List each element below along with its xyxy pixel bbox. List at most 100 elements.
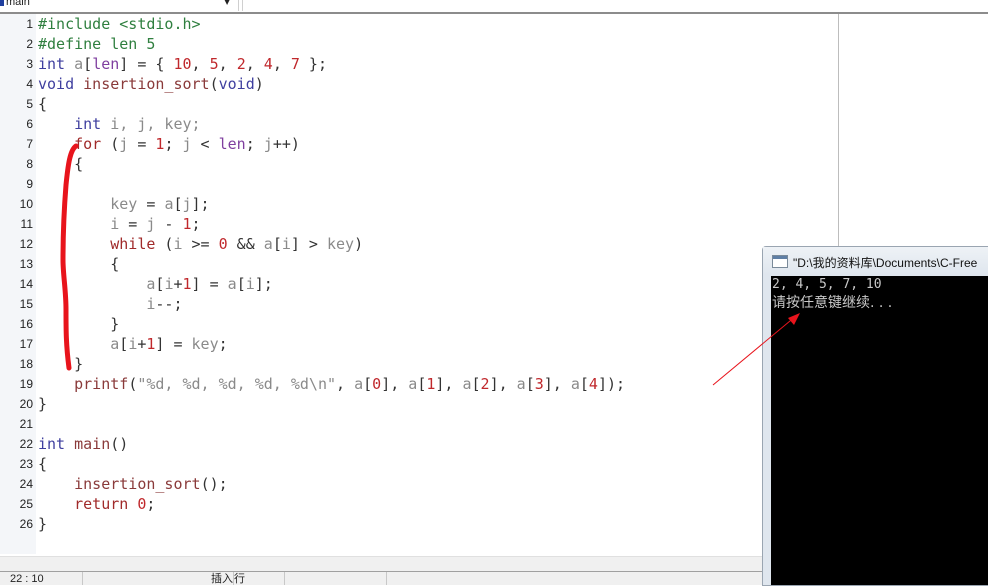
code-text: printf("%d, %d, %d, %d, %d\n", a[0], a[1… — [38, 374, 625, 394]
code-text: while (i >= 0 && a[i] > key) — [38, 234, 363, 254]
code-text: i--; — [38, 294, 182, 314]
code-token: 2 — [236, 55, 246, 73]
horizontal-scrollbar[interactable] — [0, 556, 762, 571]
code-token: { — [38, 455, 48, 473]
code-token: a — [110, 335, 120, 353]
code-text: #define len 5 — [38, 34, 155, 54]
line-number: 23 — [19, 457, 33, 471]
code-token: [ — [363, 375, 373, 393]
code-token: } — [38, 395, 48, 413]
code-line[interactable]: 26} — [0, 514, 760, 534]
code-line[interactable]: 11 i = j - 1; — [0, 214, 760, 234]
code-token: ] = — [191, 275, 228, 293]
code-line[interactable]: 22 int main() — [0, 434, 760, 454]
code-line[interactable]: 3 int a[len] = { 10, 5, 2, 4, 7 }; — [0, 54, 760, 74]
code-token: void — [218, 75, 255, 93]
line-number: 2 — [26, 37, 33, 51]
console-window[interactable]: "D:\我的资料库\Documents\C-Free 2, 4, 5, 7, 1… — [762, 246, 988, 586]
code-line[interactable]: 15 i--; — [0, 294, 760, 314]
line-number: 19 — [19, 377, 33, 391]
status-cell-empty — [286, 572, 387, 585]
code-token: for — [74, 135, 102, 153]
code-line[interactable]: 14 a[i+1] = a[i]; — [0, 274, 760, 294]
code-token: && — [227, 235, 264, 253]
line-label: 行 — [234, 572, 285, 585]
code-token: [ — [417, 375, 427, 393]
code-token: void — [38, 75, 75, 93]
code-line[interactable]: 12 while (i >= 0 && a[i] > key) — [0, 234, 760, 254]
code-token: i — [281, 235, 291, 253]
code-line[interactable]: 9 — [0, 174, 760, 194]
code-text: int a[len] = { 10, 5, 2, 4, 7 }; — [38, 54, 327, 74]
code-token: ; — [146, 495, 156, 513]
code-token: key — [327, 235, 355, 253]
code-line[interactable]: 16 } — [0, 314, 760, 334]
code-token: ++) — [272, 135, 300, 153]
code-token: a — [408, 375, 418, 393]
line-number: 14 — [19, 277, 33, 291]
code-line[interactable]: 25 return 0; — [0, 494, 760, 514]
line-number: 24 — [19, 477, 33, 491]
code-token: = — [137, 195, 165, 213]
code-text: { — [38, 154, 83, 174]
code-line[interactable]: 7 for (j = 1; j < len; j++) — [0, 134, 760, 154]
code-token: = — [119, 215, 147, 233]
code-editor[interactable]: 1 #include <stdio.h> 2 #define len 5 3 int a[… — [0, 14, 838, 556]
code-text: } — [38, 514, 47, 534]
code-text: { — [38, 254, 119, 274]
code-line[interactable]: 6 int i, j, key; — [0, 114, 760, 134]
code-line[interactable]: 21 — [0, 414, 760, 434]
code-token: ; — [218, 335, 228, 353]
code-token: } — [38, 355, 84, 373]
code-line[interactable]: 20} — [0, 394, 760, 414]
code-line[interactable]: 17 a[i+1] = key; — [0, 334, 760, 354]
line-number: 21 — [19, 417, 33, 431]
code-token: j — [119, 135, 129, 153]
code-token: ]; — [191, 195, 210, 213]
code-line[interactable]: 13 { — [0, 254, 760, 274]
code-token: i — [173, 235, 183, 253]
code-token: , — [336, 375, 355, 393]
code-token: ; — [191, 215, 201, 233]
code-token: = — [128, 135, 156, 153]
code-text: } — [38, 314, 119, 334]
line-number: 16 — [19, 317, 33, 331]
console-output-line: 2, 4, 5, 7, 10 — [772, 277, 882, 292]
function-toolbar: main ▼ — [0, 0, 988, 14]
code-token: j — [182, 195, 192, 213]
code-token: 10 — [173, 55, 192, 73]
code-token: ( — [155, 235, 174, 253]
chevron-down-icon[interactable]: ▼ — [224, 0, 230, 6]
code-token: ], — [489, 375, 517, 393]
line-number: 10 — [19, 197, 33, 211]
code-line[interactable]: 23 { — [0, 454, 760, 474]
code-line[interactable]: 8 { — [0, 154, 760, 174]
code-line[interactable]: 5{ — [0, 94, 760, 114]
code-line[interactable]: 2 #define len 5 — [0, 34, 760, 54]
code-line[interactable]: 19 printf("%d, %d, %d, %d, %d\n", a[0], … — [0, 374, 760, 394]
code-line[interactable]: 24 insertion_sort(); — [0, 474, 760, 494]
code-text: insertion_sort(); — [38, 474, 228, 494]
code-token: { — [38, 95, 48, 113]
line-number: 7 — [26, 137, 33, 151]
code-token: ]; — [254, 275, 273, 293]
code-line[interactable]: 1 #include <stdio.h> — [0, 14, 760, 34]
code-token: ; — [245, 135, 264, 153]
code-token: ) — [354, 235, 364, 253]
code-token: [ — [272, 235, 282, 253]
console-title-bar[interactable]: "D:\我的资料库\Documents\C-Free — [763, 247, 988, 275]
code-token: "%d, %d, %d, %d, %d\n" — [137, 375, 337, 393]
function-combo[interactable]: main ▼ — [0, 0, 239, 11]
code-line[interactable]: 10 key = a[j]; — [0, 194, 760, 214]
code-line[interactable]: 4 void insertion_sort(void) — [0, 74, 760, 94]
code-token: i — [245, 275, 255, 293]
console-title: "D:\我的资料库\Documents\C-Free — [793, 256, 978, 270]
code-line[interactable]: 18 } — [0, 354, 760, 374]
